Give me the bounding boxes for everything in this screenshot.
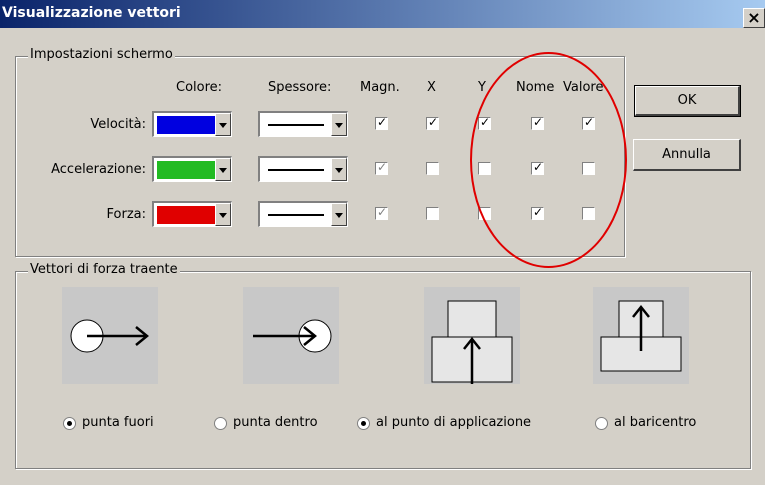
radio-label-punta-fuori[interactable]: punta fuori (82, 415, 154, 430)
chevron-down-icon[interactable] (215, 203, 231, 226)
screen-settings-label: Impostazioni schermo (28, 47, 175, 62)
radio-label-al-punto-di-applicazione[interactable]: al punto di applicazione (376, 415, 531, 430)
accelerazione-y-checkbox[interactable] (478, 162, 491, 175)
force-vectors-label: Vettori di forza traente (28, 262, 180, 277)
checkmark-icon: ✓ (533, 160, 544, 174)
forza-y-checkbox[interactable] (478, 207, 491, 220)
velocita-valore-checkbox[interactable]: ✓ (582, 115, 595, 130)
checkmark-icon: ✓ (428, 115, 439, 129)
circle-arrow-in-icon (243, 287, 339, 384)
header-magn: Magn. (360, 80, 400, 95)
header-x: X (427, 80, 436, 95)
chevron-down-icon[interactable] (215, 158, 231, 181)
checkmark-icon: ✓ (533, 205, 544, 219)
forza-thickness-select[interactable] (258, 201, 348, 227)
forza-valore-checkbox[interactable] (582, 207, 595, 220)
row-label-forza: Forza: (106, 207, 146, 222)
row-label-velocita: Velocità: (90, 117, 146, 132)
radio-al-baricentro[interactable] (595, 417, 608, 430)
ok-button[interactable]: OK (634, 85, 741, 117)
title-bar: Visualizzazione vettori × (0, 0, 765, 28)
accelerazione-thickness-select[interactable] (258, 156, 348, 182)
velocita-magn-checkbox[interactable]: ✓ (375, 115, 388, 130)
velocita-thickness-select[interactable] (258, 111, 348, 137)
accelerazione-x-checkbox[interactable] (426, 162, 439, 175)
checkmark-icon: ✓ (377, 115, 388, 129)
header-spessore: Spessore: (268, 80, 332, 95)
velocita-y-checkbox[interactable]: ✓ (478, 115, 491, 130)
forza-color-select[interactable] (152, 201, 232, 227)
forza-nome-checkbox[interactable]: ✓ (531, 205, 544, 220)
header-nome: Nome (516, 80, 555, 95)
radio-punta-fuori[interactable] (63, 417, 76, 430)
chevron-down-icon[interactable] (215, 113, 231, 136)
checkmark-icon: ✓ (377, 160, 388, 174)
accelerazione-nome-checkbox[interactable]: ✓ (531, 160, 544, 175)
accelerazione-magn-checkbox: ✓ (375, 160, 388, 175)
velocita-color-swatch (157, 116, 215, 134)
velocita-color-select[interactable] (152, 111, 232, 137)
velocita-nome-checkbox[interactable]: ✓ (531, 115, 544, 130)
header-y: Y (478, 80, 486, 95)
forza-x-checkbox[interactable] (426, 207, 439, 220)
checkmark-icon: ✓ (480, 115, 491, 129)
line-thickness-sample (268, 169, 324, 171)
close-button[interactable]: × (743, 8, 765, 28)
header-colore: Colore: (176, 80, 223, 95)
checkmark-icon: ✓ (533, 115, 544, 129)
accelerazione-color-select[interactable] (152, 156, 232, 182)
accelerazione-valore-checkbox[interactable] (582, 162, 595, 175)
circle-arrow-out-icon (62, 287, 158, 384)
cancel-button[interactable]: Annulla (633, 139, 741, 171)
checkmark-icon: ✓ (377, 205, 388, 219)
line-thickness-sample (268, 124, 324, 126)
header-valore: Valore (563, 80, 604, 95)
forza-magn-checkbox: ✓ (375, 205, 388, 220)
accelerazione-color-swatch (157, 161, 215, 179)
row-label-accelerazione: Accelerazione: (51, 162, 146, 177)
velocita-x-checkbox[interactable]: ✓ (426, 115, 439, 130)
radio-al-punto-di-applicazione[interactable] (357, 417, 370, 430)
window-title: Visualizzazione vettori (2, 5, 181, 21)
radio-label-punta-dentro[interactable]: punta dentro (233, 415, 318, 430)
stacked-blocks-center-icon (593, 287, 689, 384)
chevron-down-icon[interactable] (331, 158, 347, 181)
stacked-blocks-application-icon (424, 287, 520, 384)
radio-label-al-baricentro[interactable]: al baricentro (614, 415, 696, 430)
checkmark-icon: ✓ (584, 115, 595, 129)
chevron-down-icon[interactable] (331, 113, 347, 136)
radio-punta-dentro[interactable] (214, 417, 227, 430)
line-thickness-sample (268, 214, 324, 216)
forza-color-swatch (157, 206, 215, 224)
chevron-down-icon[interactable] (331, 203, 347, 226)
